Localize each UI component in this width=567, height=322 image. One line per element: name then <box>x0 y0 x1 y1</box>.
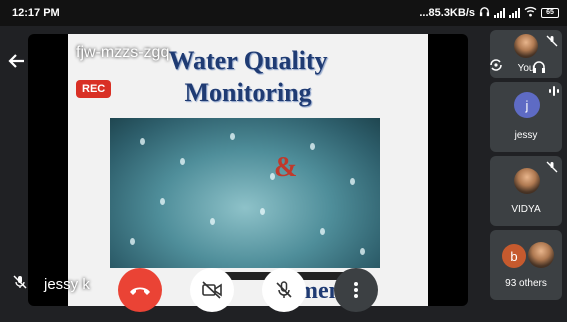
mic-off-icon <box>276 281 292 298</box>
network-speed: ...85.3KB/s <box>419 7 475 19</box>
wifi-icon <box>524 6 537 20</box>
presenter-mic-off-icon <box>12 274 32 294</box>
avatar <box>514 168 540 194</box>
presentation-stage[interactable]: Water Quality Monitoring & ment fjw-mzzs… <box>28 34 468 306</box>
meeting-code: fjw-mzzs-zgq <box>76 44 170 61</box>
presenter-name: jessy k <box>44 276 90 293</box>
clock: 12:17 PM <box>12 7 60 19</box>
recording-badge: REC <box>76 80 112 98</box>
mic-toggle-button[interactable] <box>262 268 306 312</box>
slide-ampersand: & <box>274 152 298 183</box>
participant-name: 93 others <box>505 278 547 289</box>
participant-name: VIDYA <box>511 204 541 215</box>
end-call-button[interactable] <box>118 268 162 312</box>
call-controls <box>118 268 378 312</box>
status-bar: 12:17 PM ...85.3KB/s 65 <box>0 0 567 26</box>
avatar: b <box>502 244 526 268</box>
participant-tile-others[interactable]: b 93 others <box>490 230 562 300</box>
video-off-icon <box>202 281 222 299</box>
participant-name: You <box>517 63 535 74</box>
switch-camera-icon[interactable] <box>488 58 504 77</box>
more-options-button[interactable] <box>334 268 378 312</box>
slide-title-line2: Monitoring <box>184 78 312 107</box>
shared-slide: Water Quality Monitoring & ment <box>68 34 428 306</box>
speaking-indicator-icon <box>548 84 560 102</box>
arrow-left-icon <box>8 54 24 68</box>
signal-icon <box>494 8 505 18</box>
mic-off-icon <box>546 34 558 52</box>
participant-name: jessy <box>514 130 538 141</box>
status-icons: ...85.3KB/s 65 <box>419 6 559 20</box>
mic-off-icon <box>546 160 558 178</box>
phone-hangup-icon <box>130 287 150 295</box>
avatar: j <box>514 92 540 118</box>
camera-toggle-button[interactable] <box>190 268 234 312</box>
back-button[interactable] <box>4 48 30 74</box>
meeting-view: Water Quality Monitoring & ment fjw-mzzs… <box>0 26 567 322</box>
avatar <box>528 242 554 268</box>
signal-2-icon <box>509 8 520 18</box>
participant-tile-jessy[interactable]: j jessy <box>490 82 562 152</box>
battery-icon: 65 <box>541 8 559 18</box>
participant-tile-you[interactable]: You <box>490 30 562 78</box>
more-vert-icon <box>354 282 358 298</box>
water-splash-image <box>110 118 380 268</box>
participant-tile-vidya[interactable]: VIDYA <box>490 156 562 226</box>
avatar <box>514 34 538 58</box>
headphones-status-icon <box>479 6 490 20</box>
